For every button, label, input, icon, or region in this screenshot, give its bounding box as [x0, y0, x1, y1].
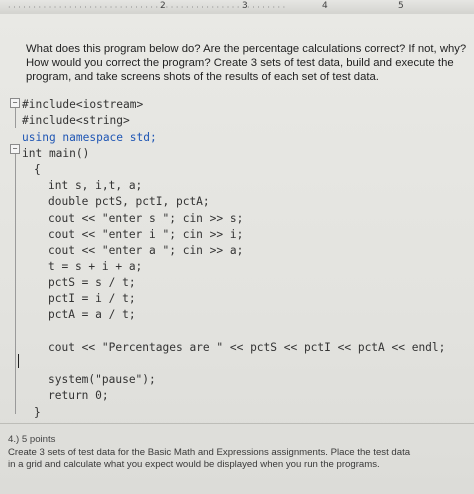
code-line: cout << "Percentages are " << pctS << pc… — [48, 341, 446, 354]
ruler-number: 5 — [398, 1, 404, 11]
question-4-line: in a grid and calculate what you expect … — [8, 459, 380, 470]
code-line: int main() — [22, 147, 90, 160]
collapse-include-icon[interactable]: − — [10, 98, 20, 108]
code-line: } — [34, 406, 41, 419]
fold-line — [15, 108, 16, 128]
code-line: pctA = a / t; — [48, 308, 136, 321]
code-line: double pctS, pctI, pctA; — [48, 195, 210, 208]
code-line: cout << "enter i "; cin >> i; — [48, 228, 244, 241]
code-line: cout << "enter a "; cin >> a; — [48, 244, 244, 257]
code-line: pctS = s / t; — [48, 276, 136, 289]
ruler-number: 4 — [322, 1, 328, 11]
question-line: program, and take screens shots of the r… — [26, 71, 379, 83]
code-line: return 0; — [48, 389, 109, 402]
fold-line — [15, 154, 16, 414]
code-line: t = s + i + a; — [48, 260, 143, 273]
section-divider — [0, 423, 474, 424]
document-ruler[interactable]: · · · · · · · · · · · · · · · · · · · · … — [0, 0, 474, 15]
question-4-line: Create 3 sets of test data for the Basic… — [8, 446, 411, 458]
code-line: pctI = i / t; — [48, 292, 136, 305]
document-page[interactable]: What does this program below do? Are the… — [0, 14, 474, 494]
code-line: #include<string> — [22, 114, 130, 127]
collapse-main-icon[interactable]: − — [10, 144, 20, 154]
question-line: How would you correct the program? Creat… — [26, 57, 454, 69]
text-cursor — [18, 354, 19, 368]
question-4: 4.) 5 points Create 3 sets of test data … — [8, 434, 474, 472]
code-line: int s, i,t, a; — [48, 179, 143, 192]
code-fold-gutter: − − — [10, 96, 22, 416]
question-line: What does this program below do? Are the… — [26, 43, 467, 55]
code-line: cout << "enter s "; cin >> s; — [48, 212, 244, 225]
code-line: using namespace std; — [22, 131, 157, 144]
code-line: system("pause"); — [48, 373, 156, 386]
question-4-heading: 4.) 5 points — [8, 434, 56, 445]
ruler-number: 2 — [160, 1, 166, 11]
question-text: What does this program below do? Are the… — [26, 42, 472, 84]
ruler-number: 3 — [242, 1, 248, 11]
code-line: #include<iostream> — [22, 98, 144, 111]
code-line: { — [34, 163, 41, 176]
